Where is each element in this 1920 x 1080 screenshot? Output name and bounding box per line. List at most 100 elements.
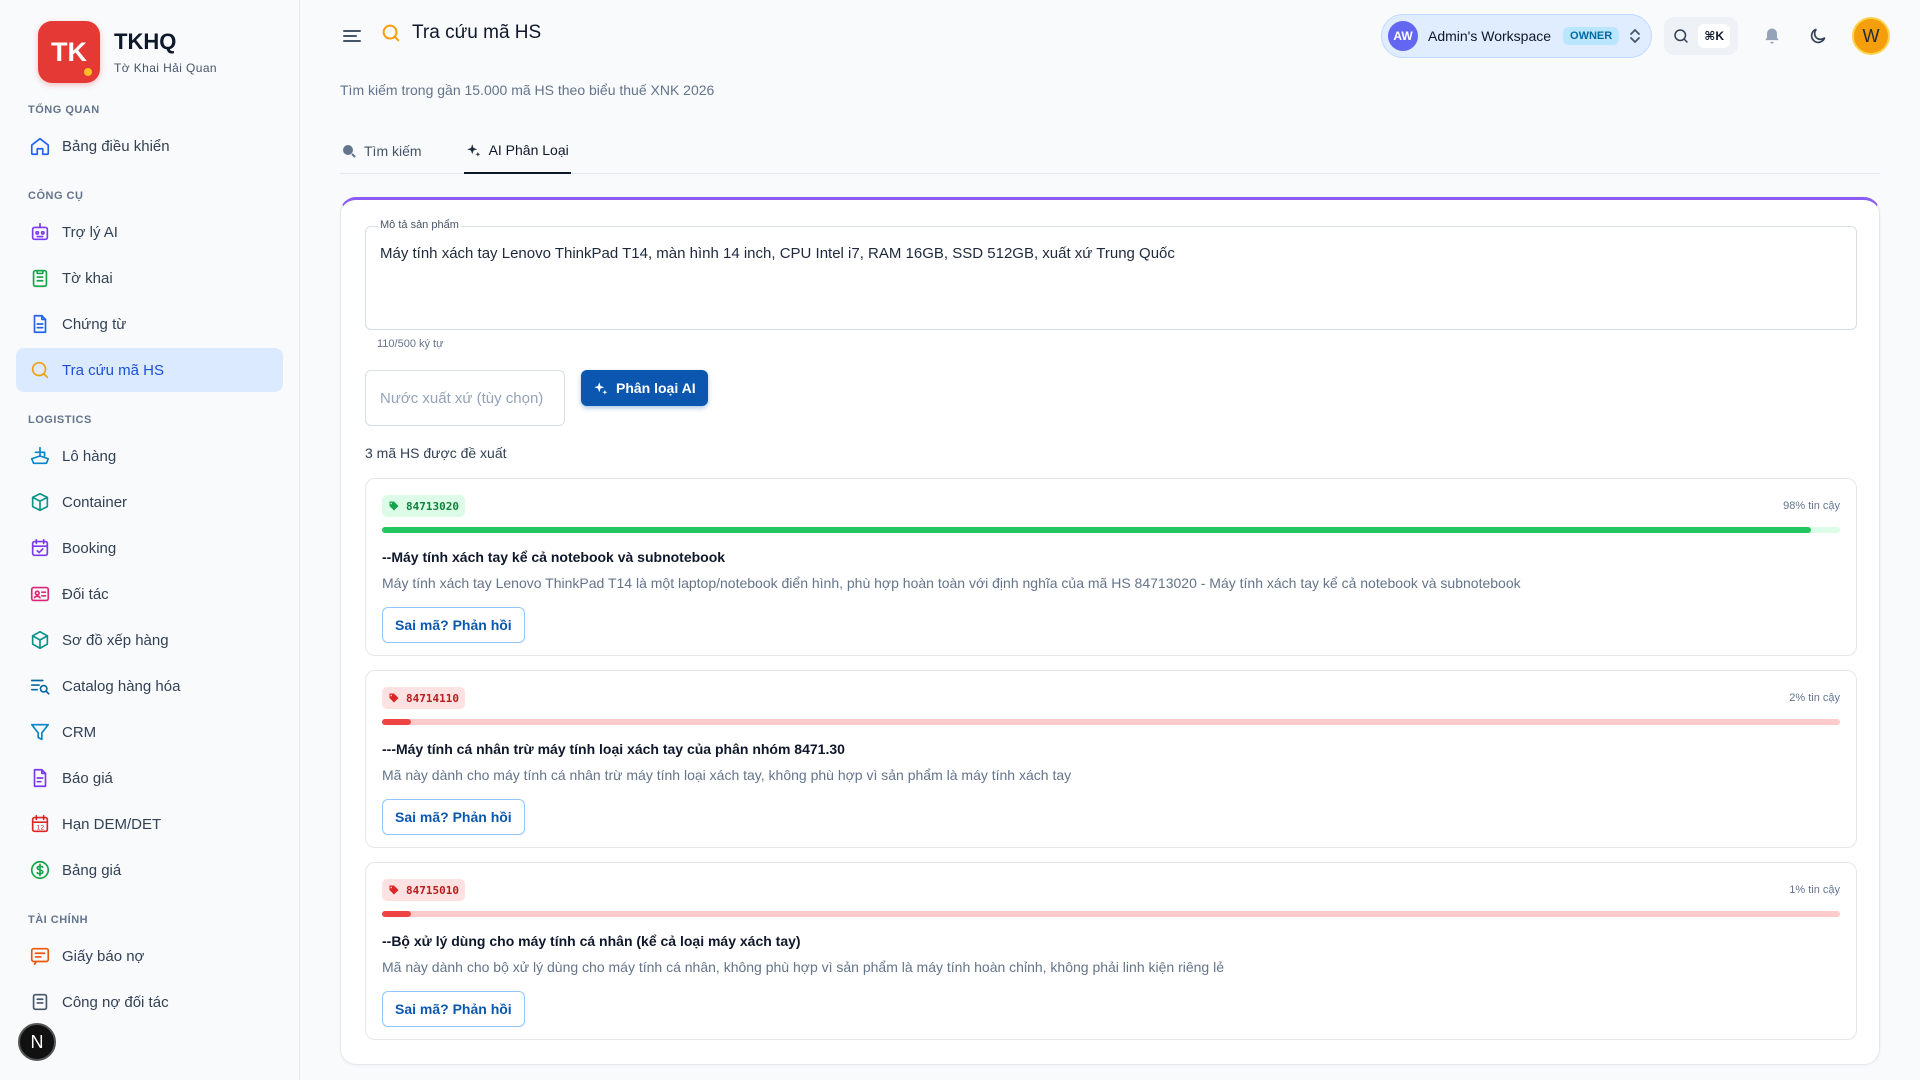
sidebar-item-debit-notes[interactable]: Giấy báo nợ — [16, 934, 283, 978]
tab-label: Tìm kiếm — [364, 143, 422, 159]
sidebar-item-label: Trợ lý AI — [62, 223, 118, 241]
sidebar-item-label: Báo giá — [62, 769, 113, 787]
clipboard-icon — [28, 266, 52, 290]
sidebar-item-dashboard[interactable]: Bảng điều khiển — [16, 124, 283, 168]
hs-explanation: Mã này dành cho máy tính cá nhân trừ máy… — [382, 767, 1072, 783]
tag-icon — [388, 692, 400, 704]
bell-icon[interactable] — [1760, 24, 1784, 48]
section-logistics: LOGISTICS — [28, 414, 92, 426]
moon-icon[interactable] — [1806, 24, 1830, 48]
sidebar-item-label: Tra cứu mã HS — [62, 361, 165, 379]
hs-result-card: 84715010 1% tin cậy --Bộ xử lý dùng cho … — [365, 862, 1857, 1040]
origin-country-input[interactable]: Nước xuất xứ (tùy chọn) — [365, 370, 565, 426]
sidebar-item-container[interactable]: Container — [16, 480, 283, 524]
ai-classify-panel: Mô tả sản phẩm Máy tính xách tay Lenovo … — [340, 197, 1880, 1065]
topbar-actions: AW Admin's Workspace OWNER ⌘K W — [1381, 14, 1890, 58]
ledger-icon — [28, 990, 52, 1014]
search-icon — [380, 22, 402, 44]
hs-explanation: Mã này dành cho bộ xử lý dùng cho máy tí… — [382, 959, 1224, 975]
product-description-field[interactable]: Mô tả sản phẩm Máy tính xách tay Lenovo … — [365, 219, 1857, 330]
sidebar-item-label: Container — [62, 493, 128, 511]
section-finance: TÀI CHÍNH — [28, 914, 89, 926]
confidence-bar — [382, 719, 1840, 725]
page-subtitle: Tìm kiếm trong gần 15.000 mã HS theo biể… — [340, 82, 715, 98]
box-icon — [28, 490, 52, 514]
workspace-name: Admin's Workspace — [1428, 28, 1552, 44]
sparkle-icon — [593, 381, 608, 396]
sidebar-item-partners[interactable]: Đối tác — [16, 572, 283, 616]
sidebar-item-stowage-plan[interactable]: Sơ đồ xếp hàng — [16, 618, 283, 662]
brand[interactable]: TK TKHQ Tờ Khai Hải Quan — [0, 0, 299, 92]
chevron-updown-icon — [1629, 27, 1641, 45]
sidebar-item-ai-assistant[interactable]: Trợ lý AI — [16, 210, 283, 254]
workspace-switcher[interactable]: AW Admin's Workspace OWNER — [1381, 14, 1653, 58]
confidence-bar — [382, 527, 1840, 533]
hs-explanation: Máy tính xách tay Lenovo ThinkPad T14 là… — [382, 575, 1521, 591]
sidebar-item-label: Booking — [62, 539, 117, 557]
hs-title: --Bộ xử lý dùng cho máy tính cá nhân (kể… — [382, 933, 801, 949]
search-icon — [1672, 27, 1690, 45]
sidebar-item-label: Đối tác — [62, 585, 109, 603]
button-label: Phân loại AI — [616, 380, 696, 396]
ai-classify-button[interactable]: Phân loại AI — [581, 370, 708, 406]
section-tools: CÔNG CỤ — [28, 190, 84, 202]
workspace-role-badge: OWNER — [1563, 27, 1620, 45]
sidebar-item-label: Chứng từ — [62, 315, 127, 333]
feedback-button[interactable]: Sai mã? Phản hồi — [382, 607, 525, 643]
logo-dot — [82, 66, 94, 78]
quote-doc-icon — [28, 766, 52, 790]
tab-search[interactable]: Tìm kiếm — [340, 128, 424, 174]
sidebar: TK TKHQ Tờ Khai Hải Quan TỔNG QUAN Bảng … — [0, 0, 300, 1080]
search-dot-icon — [342, 144, 356, 158]
hs-code-badge[interactable]: 84713020 — [382, 495, 465, 517]
sidebar-item-label: Catalog hàng hóa — [62, 677, 181, 695]
sidebar-item-dem-det[interactable]: 12 Hạn DEM/DET — [16, 802, 283, 846]
sidebar-item-catalog[interactable]: Catalog hàng hóa — [16, 664, 283, 708]
feedback-button[interactable]: Sai mã? Phản hồi — [382, 799, 525, 835]
sidebar-item-label: Công nợ đối tác — [62, 993, 169, 1011]
robot-icon — [28, 220, 52, 244]
feedback-button[interactable]: Sai mã? Phản hồi — [382, 991, 525, 1027]
sidebar-item-label: CRM — [62, 723, 97, 741]
sidebar-item-quotes[interactable]: Báo giá — [16, 756, 283, 800]
dollar-circle-icon — [28, 858, 52, 882]
sidebar-item-booking[interactable]: Booking — [16, 526, 283, 570]
description-value[interactable]: Máy tính xách tay Lenovo ThinkPad T14, m… — [380, 245, 1175, 262]
hs-code-badge[interactable]: 84715010 — [382, 879, 465, 901]
confidence-label: 1% tin cậy — [1789, 884, 1840, 896]
user-avatar[interactable]: W — [1852, 17, 1890, 55]
sidebar-item-declaration[interactable]: Tờ khai — [16, 256, 283, 300]
sidebar-item-label: Hạn DEM/DET — [62, 815, 162, 833]
sidebar-item-shipments[interactable]: Lô hàng — [16, 434, 283, 478]
tab-ai-classify[interactable]: AI Phân Loại — [463, 128, 571, 174]
hs-code: 84713020 — [406, 499, 459, 513]
global-search-button[interactable]: ⌘K — [1664, 17, 1738, 55]
confidence-fill — [382, 719, 412, 725]
document-icon — [28, 312, 52, 336]
sidebar-item-label: Bảng điều khiển — [62, 137, 170, 155]
result-count: 3 mã HS được đề xuất — [365, 445, 507, 461]
sparkle-icon — [466, 143, 481, 158]
n-badge[interactable]: N — [18, 1023, 56, 1061]
brand-title: TKHQ — [114, 29, 177, 54]
workspace-avatar: AW — [1388, 21, 1418, 51]
hs-code: 84714110 — [406, 691, 459, 705]
ship-icon — [28, 444, 52, 468]
confidence-label: 2% tin cậy — [1789, 692, 1840, 704]
section-overview: TỔNG QUAN — [28, 104, 100, 116]
sidebar-item-label: Sơ đồ xếp hàng — [62, 631, 169, 649]
list-search-icon — [28, 674, 52, 698]
sidebar-item-crm[interactable]: CRM — [16, 710, 283, 754]
hs-code-badge[interactable]: 84714110 — [382, 687, 465, 709]
hs-result-card: 84713020 98% tin cậy --Máy tính xách tay… — [365, 478, 1857, 656]
char-count: 110/500 ký tự — [377, 338, 444, 350]
sidebar-item-label: Bảng giá — [62, 861, 122, 879]
menu-toggle-icon[interactable] — [340, 24, 364, 48]
sidebar-item-documents[interactable]: Chứng từ — [16, 302, 283, 346]
sidebar-item-hs-lookup[interactable]: Tra cứu mã HS — [16, 348, 283, 392]
sidebar-item-price-list[interactable]: Bảng giá — [16, 848, 283, 892]
message-icon — [28, 944, 52, 968]
brand-logo: TK — [38, 21, 100, 83]
tag-icon — [388, 500, 400, 512]
sidebar-item-partner-debt[interactable]: Công nợ đối tác — [16, 980, 283, 1024]
